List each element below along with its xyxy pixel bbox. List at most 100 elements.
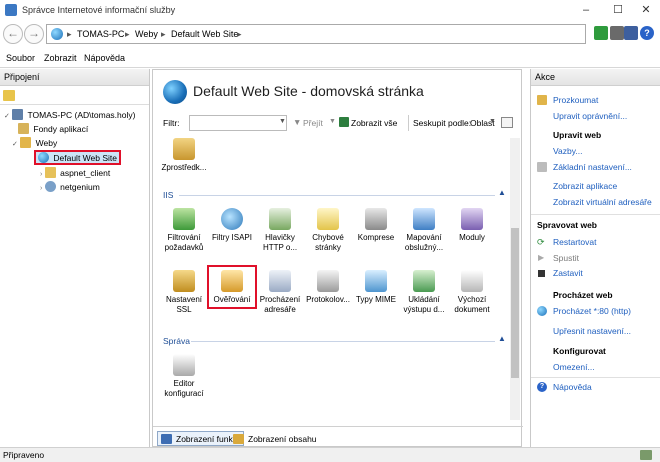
- action-start: Spustit: [553, 253, 579, 263]
- features-scrollbar[interactable]: [510, 138, 520, 420]
- feature-logging[interactable]: Protokolov...: [305, 270, 351, 305]
- server-icon: [12, 109, 24, 120]
- tree-aspnet-client[interactable]: › aspnet_client: [40, 167, 110, 178]
- feature-http-headers[interactable]: Hlavičky HTTP o...: [257, 208, 303, 253]
- people-icon: [173, 138, 195, 160]
- action-view-vdirs[interactable]: Zobrazit virtuální adresáře: [553, 197, 652, 207]
- feature-auth-proxy[interactable]: Zprostředk...: [161, 138, 207, 173]
- tree-default-web-site[interactable]: Default Web Site: [34, 150, 122, 165]
- feature-ssl-settings[interactable]: Nastavení SSL: [161, 270, 207, 315]
- tree-server[interactable]: ✓ TOMAS-PC (AD\tomas.holy): [4, 109, 135, 120]
- feature-isapi-filters[interactable]: Filtry ISAPI: [209, 208, 255, 243]
- feature-label: Nastavení SSL: [165, 295, 203, 314]
- forward-button[interactable]: →: [24, 24, 44, 44]
- new-connection-icon[interactable]: [3, 90, 15, 101]
- folder-icon: [44, 167, 56, 178]
- menu-view[interactable]: Zobrazit: [44, 53, 77, 63]
- tree-server-label: TOMAS-PC (AD\tomas.holy): [27, 110, 136, 120]
- restart-icon: ⟳: [537, 237, 545, 247]
- view-tabs: Zobrazení funkcí Zobrazení obsahu: [153, 426, 523, 448]
- sites-folder-icon: [20, 137, 32, 148]
- tree-app-pools[interactable]: Fondy aplikací: [18, 123, 88, 134]
- globe-icon: [51, 28, 63, 40]
- minimize-icon[interactable]: –: [572, 2, 600, 18]
- action-help[interactable]: Nápověda: [553, 382, 592, 392]
- feature-label: Výchozí dokument: [454, 295, 490, 314]
- action-bindings[interactable]: Vazby...: [553, 146, 582, 156]
- feature-output-caching[interactable]: Ukládání výstupu d...: [401, 270, 447, 315]
- feature-label: Typy MIME: [355, 295, 396, 304]
- menu-help[interactable]: Nápověda: [84, 53, 125, 63]
- breadcrumb-server[interactable]: TOMAS-PC: [77, 29, 124, 39]
- handler-icon: [413, 208, 435, 230]
- tree-sites-label: Weby: [35, 138, 58, 148]
- maximize-icon[interactable]: ☐: [604, 2, 632, 18]
- collapse-iis-icon[interactable]: ▲: [498, 188, 506, 197]
- collapse-mgmt-icon[interactable]: ▲: [498, 334, 506, 343]
- feature-modules[interactable]: Moduly: [449, 208, 495, 243]
- breadcrumb-sites[interactable]: Weby: [135, 29, 158, 39]
- refresh-icon[interactable]: [594, 26, 608, 40]
- filter-input[interactable]: [189, 115, 287, 131]
- headers-icon: [269, 208, 291, 230]
- show-all-button[interactable]: Zobrazit vše: [351, 118, 397, 128]
- action-basic-settings[interactable]: Základní nastavení...: [553, 162, 632, 172]
- app-icon: [44, 181, 56, 192]
- page-title: Default Web Site - domovská stránka: [193, 83, 424, 99]
- cache-icon: [413, 270, 435, 292]
- feature-mime-types[interactable]: Typy MIME: [353, 270, 399, 305]
- action-restart[interactable]: Restartovat: [553, 237, 596, 247]
- action-stop[interactable]: Zastavit: [553, 268, 583, 278]
- default-doc-icon: [461, 270, 483, 292]
- actions-pane: Akce Prozkoumat Upravit oprávnění... Upr…: [530, 69, 660, 447]
- group-dropdown-icon[interactable]: ▼: [489, 118, 496, 125]
- address-box[interactable]: ▸ TOMAS-PC ▸ Weby ▸ Default Web Site ▸: [46, 24, 586, 44]
- feature-label: Hlavičky HTTP o...: [262, 233, 298, 252]
- action-edit-permissions[interactable]: Upravit oprávnění...: [553, 111, 627, 121]
- help-icon[interactable]: ?: [640, 26, 654, 40]
- filter-dropdown-icon[interactable]: ▼: [279, 118, 286, 125]
- scrollbar-thumb[interactable]: [511, 228, 519, 378]
- menu-bar: Soubor Zobrazit Nápověda: [0, 48, 660, 68]
- tree-netgenium[interactable]: › netgenium: [40, 181, 100, 192]
- action-view-apps[interactable]: Zobrazit aplikace: [553, 181, 617, 191]
- action-browse-80[interactable]: Procházet *:80 (http): [553, 306, 631, 316]
- browse-site-heading: Procházet web: [553, 290, 613, 300]
- go-button[interactable]: Přejít: [303, 118, 323, 128]
- action-advanced-settings[interactable]: Upřesnit nastavení...: [553, 326, 631, 336]
- feature-request-filtering[interactable]: Filtrování požadavků: [161, 208, 207, 253]
- feature-default-document[interactable]: Výchozí dokument: [449, 270, 495, 315]
- window-title: Správce Internetové informační služby: [22, 5, 176, 15]
- config-editor-icon: [173, 354, 195, 376]
- feature-handler-mappings[interactable]: Mapování obslužný...: [401, 208, 447, 253]
- feature-compression[interactable]: Komprese: [353, 208, 399, 243]
- feature-authentication[interactable]: Ověřování: [207, 265, 257, 309]
- action-limits[interactable]: Omezení...: [553, 362, 595, 372]
- feature-label: Editor konfigurací: [164, 379, 204, 398]
- tree-child-label: netgenium: [60, 182, 100, 192]
- actions-header: Akce: [531, 69, 660, 86]
- stop-icon[interactable]: [610, 26, 624, 40]
- status-connection-icon: [640, 450, 652, 460]
- tab-content-view[interactable]: Zobrazení obsahu: [229, 431, 322, 446]
- feature-directory-browsing[interactable]: Procházení adresáře: [257, 270, 303, 315]
- explore-icon: [537, 95, 547, 105]
- feature-label: Filtrování požadavků: [164, 233, 204, 252]
- feature-label: Ukládání výstupu d...: [403, 295, 445, 314]
- tree-sites[interactable]: ✓ Weby: [12, 137, 57, 148]
- close-icon[interactable]: ✕: [632, 2, 660, 18]
- action-explore[interactable]: Prozkoumat: [553, 95, 598, 105]
- home-icon[interactable]: [624, 26, 638, 40]
- features-view-icon: [161, 434, 172, 444]
- features-list: Zprostředk... IIS ▲ Filtrování požadavků…: [161, 138, 509, 420]
- feature-label: Chybové stránky: [312, 233, 344, 252]
- back-button[interactable]: ←: [3, 24, 23, 44]
- breadcrumb-site[interactable]: Default Web Site: [171, 29, 238, 39]
- lock-icon: [173, 270, 195, 292]
- view-mode-icon[interactable]: [501, 117, 513, 128]
- feature-error-pages[interactable]: Chybové stránky: [305, 208, 351, 253]
- tree-site-label: Default Web Site: [53, 153, 118, 163]
- feature-config-editor[interactable]: Editor konfigurací: [161, 354, 207, 399]
- error-page-icon: [317, 208, 339, 230]
- menu-file[interactable]: Soubor: [6, 53, 35, 63]
